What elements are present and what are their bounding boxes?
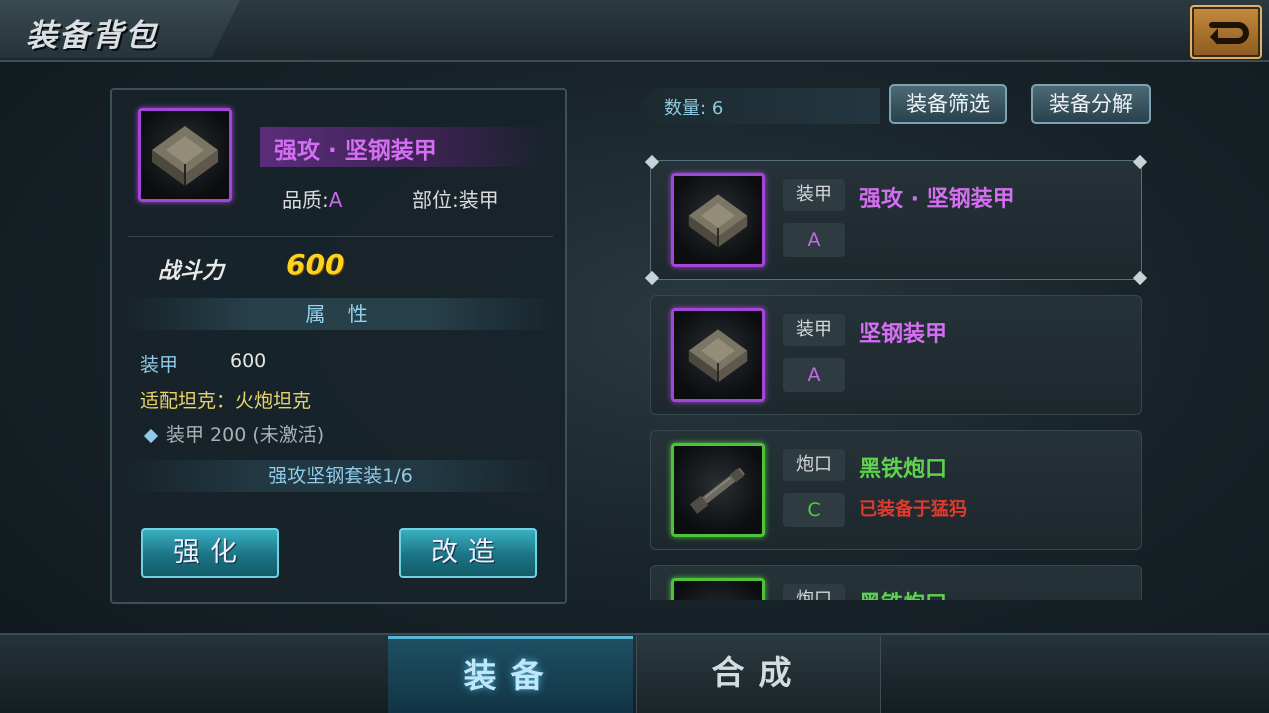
power-value: 600 (286, 248, 345, 281)
equipment-list[interactable]: 装甲 A 强攻 · 坚钢装甲 装甲 A 坚钢装甲 炮口 C 黑铁炮口 已装备于猛… (645, 150, 1155, 600)
filter-button[interactable]: 装备筛选 (889, 84, 1007, 124)
modify-button[interactable]: 改造 (399, 528, 537, 578)
list-item[interactable]: 装甲 A 强攻 · 坚钢装甲 (645, 154, 1148, 286)
tab-equipment[interactable]: 装备 (388, 636, 633, 713)
grade-tag: C (783, 493, 845, 527)
list-item[interactable]: 炮口 黑铁炮口 (650, 565, 1142, 600)
slot-tag: 装甲 (783, 179, 845, 211)
quality-row: 品质:A (282, 184, 342, 213)
grade-tag: A (783, 358, 845, 392)
equipped-note: 已装备于猛犸 (859, 499, 967, 520)
cannon-muzzle-icon (671, 443, 765, 537)
tab-synthesis[interactable]: 合成 (636, 636, 881, 713)
attr-value: 600 (230, 350, 267, 372)
selection-corner (645, 270, 660, 286)
fit-tank-text: 适配坦克：火炮坦克 (140, 390, 312, 412)
back-button[interactable] (1190, 5, 1262, 59)
grade-tag: A (783, 223, 845, 257)
selection-corner (1132, 270, 1148, 286)
slot-tag: 炮口 (783, 449, 845, 481)
item-name: 强攻 · 坚钢装甲 (859, 187, 1015, 212)
cannon-muzzle-icon (671, 578, 765, 600)
armor-plate-icon (671, 173, 765, 267)
quality-value: A (328, 188, 343, 212)
count-label: 数量: (664, 98, 707, 119)
slot-value: 装甲 (458, 188, 499, 212)
return-arrow-icon (1209, 22, 1249, 45)
bottom-nav (0, 633, 1269, 713)
title-bar: 装备背包 (0, 0, 1269, 62)
suit-set-text: 强攻坚钢套装1/6 (126, 460, 555, 492)
page-title: 装备背包 (26, 18, 158, 54)
bonus-row: 装甲 200 (未激活) (143, 420, 325, 447)
list-item[interactable]: 装甲 A 坚钢装甲 (650, 295, 1142, 415)
enhance-button[interactable]: 强化 (141, 528, 279, 578)
slot-label: 部位: (412, 188, 459, 212)
power-label: 战斗力 (158, 259, 225, 284)
slot-row: 部位:装甲 (412, 184, 499, 213)
armor-plate-icon (671, 308, 765, 402)
bonus-text: 装甲 200 (未激活) (166, 424, 325, 446)
item-name: 坚钢装甲 (859, 322, 948, 347)
item-count: 数量: 6 (664, 94, 723, 120)
equipment-detail-panel: 强攻 · 坚钢装甲 品质:A 部位:装甲 战斗力 600 属 性 装甲 600 … (110, 88, 567, 604)
slot-tag: 装甲 (783, 314, 845, 346)
count-value: 6 (711, 98, 724, 119)
item-name: 强攻 · 坚钢装甲 (274, 138, 437, 164)
divider (128, 236, 553, 237)
list-item[interactable]: 炮口 C 黑铁炮口 已装备于猛犸 (650, 430, 1142, 550)
diamond-icon (143, 428, 159, 444)
item-name: 黑铁炮口 (859, 457, 948, 482)
selection-corner (1132, 154, 1148, 170)
attr-name: 装甲 (140, 354, 179, 376)
armor-plate-icon (138, 108, 232, 202)
decompose-button[interactable]: 装备分解 (1031, 84, 1151, 124)
selection-corner (645, 154, 660, 170)
slot-tag: 炮口 (783, 584, 845, 600)
item-name: 黑铁炮口 (859, 586, 947, 600)
quality-label: 品质: (282, 188, 329, 212)
attributes-header: 属 性 (126, 298, 555, 330)
